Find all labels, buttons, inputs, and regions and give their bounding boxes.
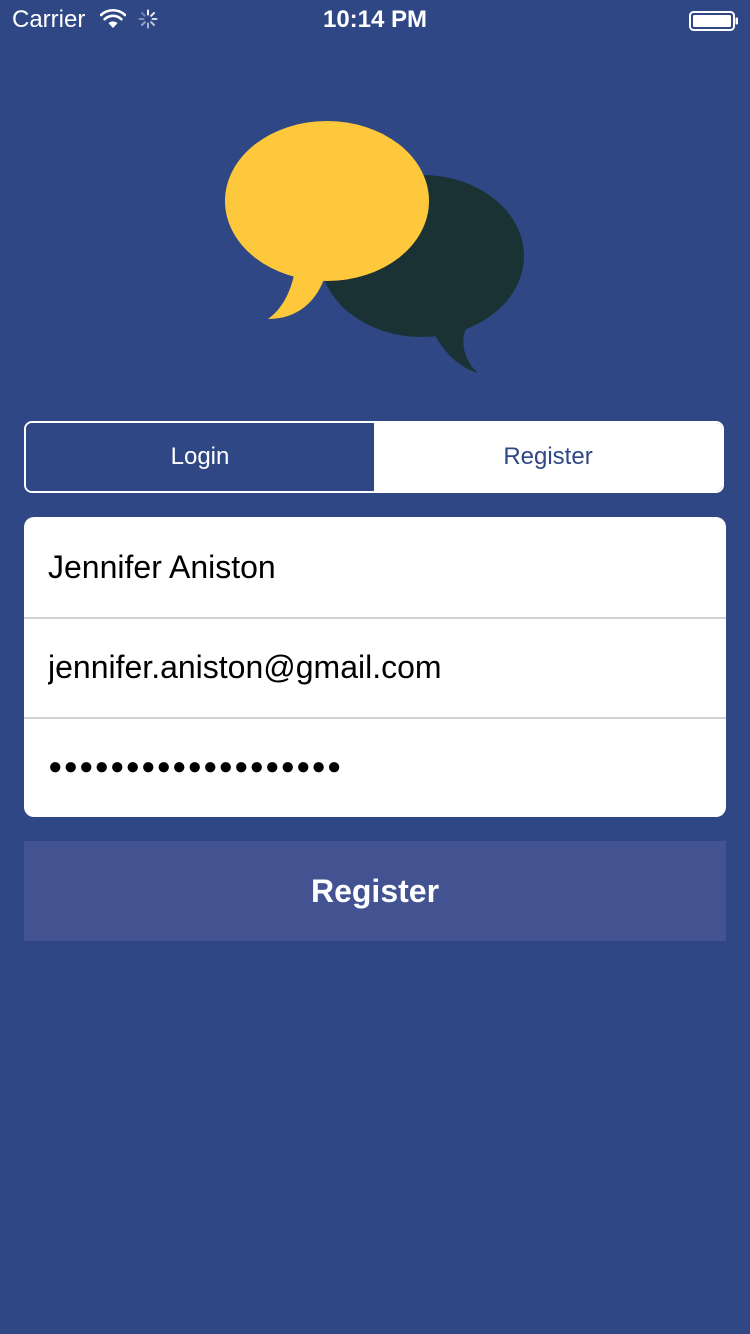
email-input[interactable] [48,617,708,717]
battery-icon [689,11,738,31]
email-field [24,617,726,717]
register-form: ●●●●●●●●●●●●●●●●●●● [24,517,726,817]
password-input[interactable]: ●●●●●●●●●●●●●●●●●●● [48,717,342,817]
name-field [24,517,726,617]
login-register-segmented-control: Login Register [24,421,724,493]
name-input[interactable] [48,517,708,617]
register-screen: Carrier 10:14 PM Login Register Jennifer… [0,0,750,1334]
chat-bubbles-icon [225,121,524,373]
segment-register[interactable]: Register [374,423,722,491]
password-field[interactable]: ●●●●●●●●●●●●●●●●●●● [24,717,726,817]
register-button[interactable]: Register [24,841,726,941]
segment-login[interactable]: Login [26,423,374,491]
status-time: 10:14 PM [322,6,428,33]
status-bar: Carrier 10:14 PM [0,0,750,40]
